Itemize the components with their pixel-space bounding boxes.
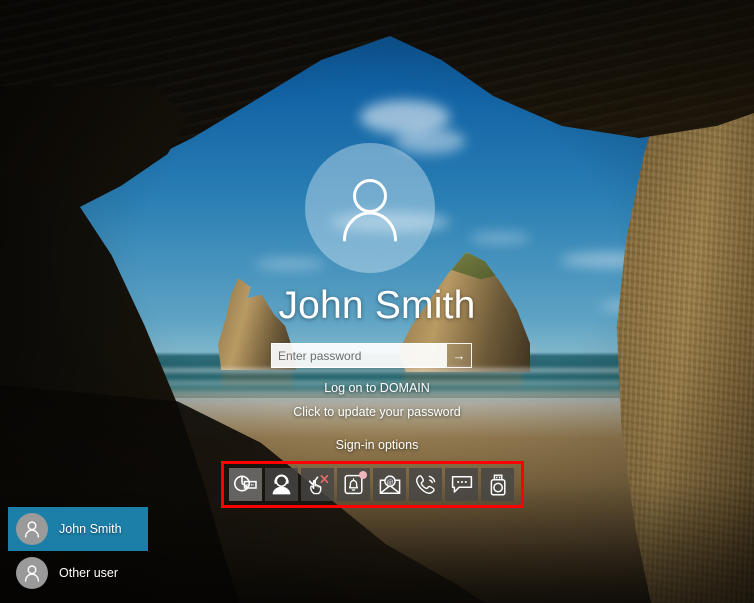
user-list-item-other-user[interactable]: Other user bbox=[8, 551, 148, 595]
hand-check-cross-icon bbox=[308, 474, 328, 495]
lock-screen: John Smith → Log on to DOMAIN Click to u… bbox=[0, 0, 754, 603]
sign-in-option-security-key[interactable] bbox=[481, 468, 514, 501]
person-avatar-icon bbox=[24, 521, 40, 538]
narrator-headset-icon bbox=[272, 474, 291, 495]
sign-in-option-messages[interactable] bbox=[445, 468, 478, 501]
notification-badge-dot bbox=[359, 471, 367, 479]
domain-hint: Log on to DOMAIN bbox=[324, 381, 430, 395]
sign-in-option-email[interactable]: @ bbox=[373, 468, 406, 501]
sign-in-option-phone[interactable] bbox=[409, 468, 442, 501]
update-password-link[interactable]: Click to update your password bbox=[0, 405, 754, 419]
user-list-item-label: John Smith bbox=[59, 522, 122, 536]
person-avatar-icon bbox=[24, 565, 40, 582]
sign-in-option-filter-keys[interactable] bbox=[301, 468, 334, 501]
sign-in-option-pin[interactable] bbox=[229, 468, 262, 501]
pin-smartcard-icon bbox=[234, 475, 257, 492]
sign-in-option-narrator[interactable] bbox=[265, 468, 298, 501]
person-avatar-icon bbox=[343, 179, 397, 242]
sign-in-options-strip: @ bbox=[229, 468, 514, 501]
envelope-at-icon: @ bbox=[379, 474, 400, 494]
user-list-item-label: Other user bbox=[59, 566, 119, 580]
account-display-name: John Smith bbox=[278, 284, 476, 327]
chat-bubble-icon bbox=[451, 476, 472, 493]
avatar bbox=[305, 143, 435, 273]
password-input[interactable] bbox=[271, 343, 446, 368]
svg-text:@: @ bbox=[386, 478, 393, 486]
usb-security-key-icon bbox=[490, 474, 506, 496]
avatar bbox=[16, 513, 48, 545]
phone-signal-icon bbox=[415, 475, 435, 494]
sign-in-options-link[interactable]: Sign-in options bbox=[0, 438, 754, 452]
sign-in-option-notifications[interactable] bbox=[337, 468, 370, 501]
password-row: → bbox=[271, 343, 472, 368]
avatar bbox=[16, 557, 48, 589]
submit-password-button[interactable]: → bbox=[446, 343, 472, 368]
user-list-item-john-smith[interactable]: John Smith bbox=[8, 507, 148, 551]
user-list: John Smith Other user bbox=[8, 507, 148, 595]
